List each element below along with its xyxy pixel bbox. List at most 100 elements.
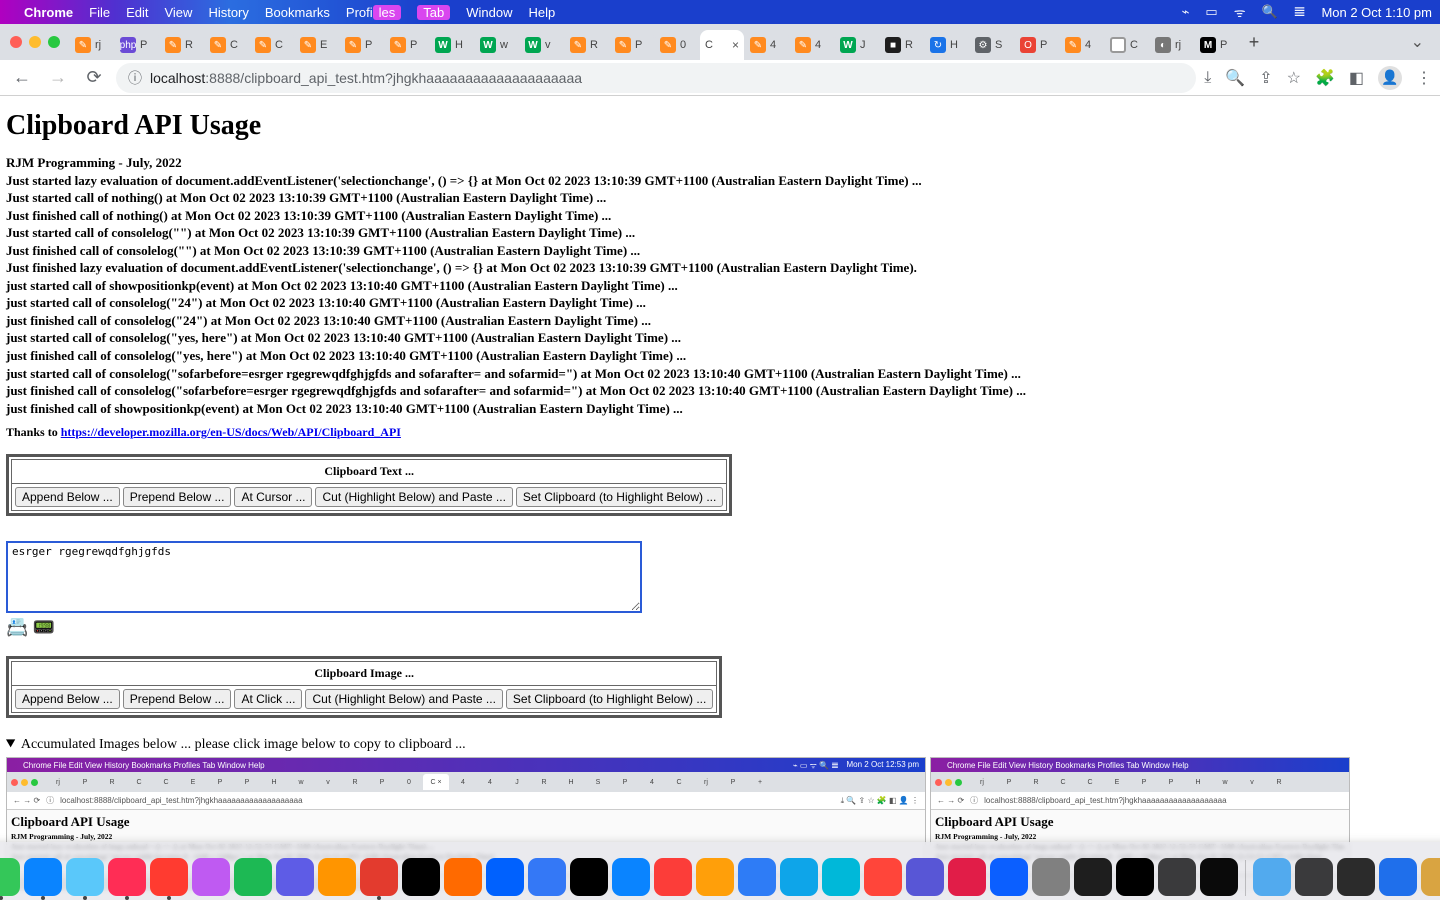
dock-app-icon[interactable]	[780, 858, 818, 896]
dock-app-icon[interactable]	[402, 858, 440, 896]
search-icon[interactable]: 🔍	[1262, 4, 1278, 20]
text-setclipboard-button[interactable]: Set Clipboard (to Highlight Below) ...	[516, 487, 723, 507]
dock-app-icon[interactable]	[1032, 858, 1070, 896]
browser-tab[interactable]: WH	[430, 30, 474, 60]
text-append-button[interactable]: Append Below ...	[15, 487, 120, 507]
browser-tab[interactable]: MP	[1195, 30, 1239, 60]
reload-button[interactable]: ⟳	[80, 64, 108, 92]
dock-app-icon[interactable]	[1158, 858, 1196, 896]
browser-tab[interactable]: OP	[1015, 30, 1059, 60]
browser-tab[interactable]: ✎C	[205, 30, 249, 60]
image-append-button[interactable]: Append Below ...	[15, 689, 120, 709]
new-tab-button[interactable]: +	[1240, 28, 1268, 56]
dock-app-icon[interactable]	[150, 858, 188, 896]
dock-app-icon[interactable]	[108, 858, 146, 896]
browser-tab[interactable]: ✎4	[745, 30, 789, 60]
dock-app-icon[interactable]	[738, 858, 776, 896]
dock-app-icon[interactable]	[1379, 858, 1417, 896]
zoom-icon[interactable]: 🔍	[1225, 68, 1245, 88]
menu-file[interactable]: File	[89, 5, 110, 20]
image-setclipboard-button[interactable]: Set Clipboard (to Highlight Below) ...	[506, 689, 713, 709]
browser-tab[interactable]: ◐rj	[1150, 30, 1194, 60]
thanks-link[interactable]: https://developer.mozilla.org/en-US/docs…	[61, 425, 401, 439]
address-bar[interactable]: ⓘ localhost:8888/clipboard_api_test.htm?…	[116, 63, 1196, 93]
back-button[interactable]: ←	[8, 64, 36, 92]
install-icon[interactable]: ⤓	[1204, 69, 1211, 87]
dock-app-icon[interactable]	[360, 858, 398, 896]
menu-help[interactable]: Help	[529, 5, 556, 20]
accumulated-images-summary[interactable]: Accumulated Images below ... please clic…	[6, 737, 1434, 753]
dock-app-icon[interactable]	[0, 858, 20, 896]
menubar-app-name[interactable]: Chrome	[24, 5, 73, 20]
dock-app-icon[interactable]	[486, 858, 524, 896]
dock-app-icon[interactable]	[276, 858, 314, 896]
browser-tab[interactable]: ✎P	[610, 30, 654, 60]
dock-app-icon[interactable]	[1200, 858, 1238, 896]
menu-bookmarks[interactable]: Bookmarks	[265, 5, 330, 20]
extensions-icon[interactable]: 🧩	[1315, 68, 1335, 88]
forward-button[interactable]: →	[44, 64, 72, 92]
main-textarea[interactable]	[6, 541, 642, 613]
zoom-window-icon[interactable]	[48, 36, 60, 48]
browser-tab[interactable]: WJ	[835, 30, 879, 60]
bluetooth-icon[interactable]: ⌁	[1182, 4, 1190, 20]
sidepanel-icon[interactable]: ◧	[1349, 68, 1364, 88]
dock-app-icon[interactable]	[66, 858, 104, 896]
menu-history[interactable]: History	[208, 5, 248, 20]
dock-app-icon[interactable]	[444, 858, 482, 896]
menu-profiles[interactable]: Profiles	[346, 5, 401, 20]
menu-edit[interactable]: Edit	[126, 5, 148, 20]
browser-tab[interactable]: ✎4	[1060, 30, 1104, 60]
dock-app-icon[interactable]	[864, 858, 902, 896]
browser-tab[interactable]: phpP	[115, 30, 159, 60]
dock-app-icon[interactable]	[1295, 858, 1333, 896]
browser-tab[interactable]: ✎rj	[70, 30, 114, 60]
browser-tab[interactable]: ✎P	[385, 30, 429, 60]
dock-app-icon[interactable]	[1116, 858, 1154, 896]
close-tab-icon[interactable]: ×	[732, 38, 739, 52]
browser-tab[interactable]: Ww	[475, 30, 519, 60]
menu-window[interactable]: Window	[466, 5, 512, 20]
browser-tab[interactable]: Wv	[520, 30, 564, 60]
dock-app-icon[interactable]	[990, 858, 1028, 896]
browser-tab[interactable]: ■R	[880, 30, 924, 60]
site-info-icon[interactable]: ⓘ	[128, 68, 142, 88]
text-atcursor-button[interactable]: At Cursor ...	[234, 487, 312, 507]
dock-app-icon[interactable]	[192, 858, 230, 896]
browser-tab[interactable]: C	[1105, 30, 1149, 60]
browser-tab[interactable]: ✎P	[340, 30, 384, 60]
dock-app-icon[interactable]	[1253, 858, 1291, 896]
browser-tab[interactable]: ✎4	[790, 30, 834, 60]
dock-app-icon[interactable]	[234, 858, 272, 896]
browser-tab[interactable]: ✎0	[655, 30, 699, 60]
menu-view[interactable]: View	[164, 5, 192, 20]
dock-app-icon[interactable]	[528, 858, 566, 896]
dock-app-icon[interactable]	[318, 858, 356, 896]
battery-icon[interactable]: ▭	[1205, 4, 1217, 20]
dock-app-icon[interactable]	[906, 858, 944, 896]
dock-app-icon[interactable]	[654, 858, 692, 896]
browser-tab[interactable]: ⚙S	[970, 30, 1014, 60]
control-center-icon[interactable]: 𝌆	[1294, 4, 1306, 20]
menu-tab[interactable]: Tab	[417, 5, 450, 20]
bookmark-icon[interactable]: ☆	[1287, 68, 1301, 88]
menubar-clock[interactable]: Mon 2 Oct 1:10 pm	[1321, 5, 1432, 20]
image-prepend-button[interactable]: Prepend Below ...	[123, 689, 232, 709]
browser-tab[interactable]: ✎E	[295, 30, 339, 60]
browser-tab[interactable]: ✎R	[565, 30, 609, 60]
chrome-menu-icon[interactable]: ⋮	[1416, 68, 1432, 88]
tab-overflow-icon[interactable]: ⌄	[1401, 32, 1434, 52]
minimize-window-icon[interactable]	[29, 36, 41, 48]
browser-tab[interactable]: C×	[700, 30, 744, 60]
dock-app-icon[interactable]	[570, 858, 608, 896]
dock-app-icon[interactable]	[948, 858, 986, 896]
browser-tab[interactable]: ↻H	[925, 30, 969, 60]
dock-app-icon[interactable]	[24, 858, 62, 896]
share-icon[interactable]: ⇪	[1259, 68, 1272, 88]
browser-tab[interactable]: ✎C	[250, 30, 294, 60]
image-atclick-button[interactable]: At Click ...	[234, 689, 302, 709]
browser-tab[interactable]: ✎R	[160, 30, 204, 60]
emoji-row[interactable]: 📇 📟	[6, 617, 1434, 638]
image-cutpaste-button[interactable]: Cut (Highlight Below) and Paste ...	[305, 689, 502, 709]
close-window-icon[interactable]	[10, 36, 22, 48]
